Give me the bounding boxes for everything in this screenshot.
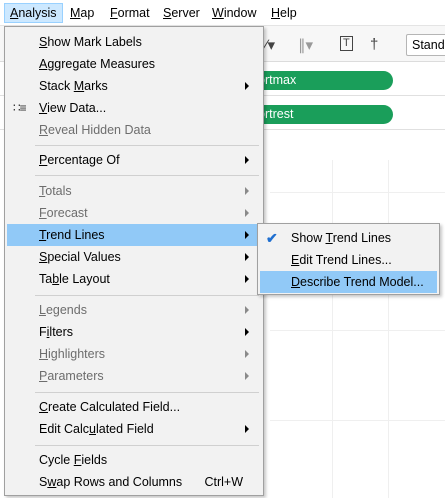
submenu-arrow-icon [245, 253, 249, 261]
text-icon[interactable]: T [340, 36, 353, 51]
menu-item-show-mark-labels[interactable]: Show Mark Labels [7, 31, 261, 53]
submenu-arrow-icon [245, 328, 249, 336]
submenu-item-describe-trend-model[interactable]: Describe Trend Model... [260, 271, 437, 293]
menu-help[interactable]: Help [266, 3, 302, 23]
menu-window[interactable]: Window [207, 3, 261, 23]
menu-separator [35, 295, 259, 296]
menu-analysis[interactable]: Analysis [4, 3, 63, 23]
submenu-item-edit-trend-lines[interactable]: Edit Trend Lines... [260, 249, 437, 271]
submenu-arrow-icon [245, 372, 249, 380]
menu-item-swap-rows-columns[interactable]: Swap Rows and Columns Ctrl+W [7, 471, 261, 493]
menu-item-special-values[interactable]: Special Values [7, 246, 261, 268]
menu-item-table-layout[interactable]: Table Layout [7, 268, 261, 290]
highlighter-icon[interactable]: ∕▾ [265, 36, 275, 54]
menu-separator [35, 445, 259, 446]
menu-server[interactable]: Server [158, 3, 205, 23]
menu-separator [35, 175, 259, 176]
show-me-dropdown[interactable]: Stand [406, 34, 445, 56]
menu-item-edit-calculated-field[interactable]: Edit Calculated Field [7, 418, 261, 440]
menu-item-parameters: Parameters [7, 365, 261, 387]
menu-item-stack-marks[interactable]: Stack Marks [7, 75, 261, 97]
menu-item-trend-lines[interactable]: Trend Lines [7, 224, 261, 246]
menu-item-create-calculated-field[interactable]: Create Calculated Field... [7, 396, 261, 418]
submenu-arrow-icon [245, 187, 249, 195]
menu-item-percentage-of[interactable]: Percentage Of [7, 149, 261, 171]
menu-map[interactable]: Map [65, 3, 99, 23]
menu-item-highlighters: Highlighters [7, 343, 261, 365]
attachment-icon[interactable]: ∥▾ [298, 36, 313, 54]
menu-separator [35, 145, 259, 146]
submenu-arrow-icon [245, 425, 249, 433]
checkmark-icon: ✔ [266, 230, 278, 246]
view-data-icon: ∷≡ [13, 101, 27, 115]
menu-item-forecast: Forecast [7, 202, 261, 224]
submenu-arrow-icon [245, 82, 249, 90]
trend-lines-submenu: ✔ Show Trend Lines Edit Trend Lines... De… [257, 223, 440, 295]
submenu-arrow-icon [245, 231, 249, 239]
shortcut-label: Ctrl+W [204, 475, 243, 489]
menu-separator [35, 392, 259, 393]
submenu-arrow-icon [245, 156, 249, 164]
submenu-arrow-icon [245, 350, 249, 358]
menu-item-aggregate-measures[interactable]: Aggregate Measures [7, 53, 261, 75]
menu-item-totals: Totals [7, 180, 261, 202]
menu-item-view-data[interactable]: ∷≡ View Data... [7, 97, 261, 119]
pin-icon[interactable]: † [370, 36, 378, 53]
grid-line [270, 420, 445, 421]
submenu-arrow-icon [245, 275, 249, 283]
grid-line [270, 330, 445, 331]
menu-item-legends: Legends [7, 299, 261, 321]
menu-format[interactable]: Format [105, 3, 155, 23]
grid-line [388, 160, 389, 498]
analysis-menu: Show Mark Labels Aggregate Measures Stac… [4, 26, 264, 496]
menu-item-reveal-hidden-data: Reveal Hidden Data [39, 123, 151, 137]
submenu-arrow-icon [245, 306, 249, 314]
menu-bar: Analysis Map Format Server Window Help [0, 0, 445, 26]
grid-line [332, 160, 333, 498]
submenu-item-show-trend-lines[interactable]: ✔ Show Trend Lines [260, 227, 437, 249]
menu-item-filters[interactable]: Filters [7, 321, 261, 343]
submenu-arrow-icon [245, 209, 249, 217]
menu-item-cycle-fields[interactable]: Cycle Fields [7, 449, 261, 471]
grid-line [270, 192, 445, 193]
